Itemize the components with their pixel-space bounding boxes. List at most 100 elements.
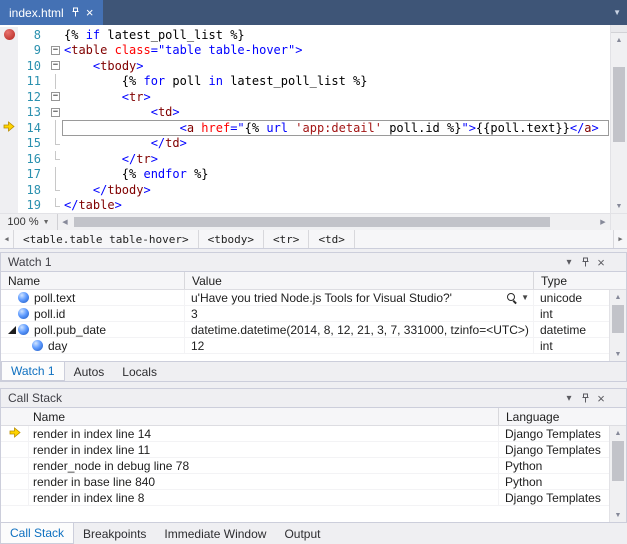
fold-margin[interactable] — [48, 167, 64, 183]
editor-indicator-margin[interactable] — [0, 74, 18, 90]
code-text[interactable]: </tbody> — [64, 183, 610, 197]
pin-icon[interactable] — [577, 390, 593, 406]
editor-indicator-margin[interactable] — [0, 89, 18, 105]
watch-scrollbar[interactable]: ▲ ▼ — [609, 290, 626, 361]
breadcrumb-scroll-left-icon[interactable]: ◀ — [0, 230, 14, 248]
expander-expanded-icon[interactable] — [8, 326, 16, 334]
fold-margin[interactable] — [48, 182, 64, 198]
scroll-right-icon[interactable]: ▶ — [596, 214, 610, 230]
tab-autos[interactable]: Autos — [65, 362, 114, 381]
watch-column-type[interactable]: Type — [534, 272, 626, 289]
code-text[interactable]: <table class="table table-hover"> — [64, 43, 610, 57]
code-text[interactable]: <tr> — [64, 90, 610, 104]
document-list-chevron-icon[interactable]: ▼ — [613, 8, 621, 17]
code-text[interactable]: <tbody> — [64, 59, 610, 73]
scroll-down-icon[interactable]: ▼ — [610, 508, 626, 522]
fold-margin[interactable] — [48, 198, 64, 214]
breadcrumb-item-table[interactable]: <table.table table-hover> — [14, 230, 199, 248]
editor-indicator-margin[interactable] — [0, 105, 18, 121]
editor-horizontal-scrollbar[interactable] — [72, 214, 596, 230]
call-stack-row[interactable]: render_node in debug line 78Python — [1, 458, 609, 474]
scroll-down-icon[interactable]: ▼ — [611, 199, 627, 213]
collapse-region-icon[interactable]: − — [51, 61, 60, 70]
tab-locals[interactable]: Locals — [113, 362, 166, 381]
code-text[interactable]: </td> — [64, 136, 610, 150]
pin-icon[interactable] — [69, 5, 83, 21]
tab-call-stack[interactable]: Call Stack — [0, 523, 74, 544]
call-stack-row[interactable]: render in index line 14Django Templates — [1, 426, 609, 442]
close-icon[interactable]: × — [83, 5, 97, 21]
editor-vertical-scrollbar[interactable]: ▲ ▼ — [610, 25, 627, 213]
tab-breakpoints[interactable]: Breakpoints — [74, 523, 155, 544]
call-stack-row[interactable]: render in index line 11Django Templates — [1, 442, 609, 458]
scroll-up-icon[interactable]: ▲ — [610, 290, 626, 304]
scroll-up-icon[interactable]: ▲ — [610, 426, 626, 440]
magnifier-icon[interactable] — [506, 292, 518, 304]
pin-icon[interactable] — [577, 254, 593, 270]
editor-indicator-margin[interactable] — [0, 182, 18, 198]
editor-indicator-margin[interactable] — [0, 43, 18, 59]
watch-value-cell[interactable]: 3 — [185, 306, 534, 321]
watch-value-cell[interactable]: u'Have you tried Node.js Tools for Visua… — [185, 290, 534, 305]
editor-indicator-margin[interactable] — [0, 167, 18, 183]
code-text[interactable]: <a href="{% url 'app:detail' poll.id %}"… — [64, 121, 610, 135]
fold-margin[interactable] — [48, 120, 64, 136]
scrollbar-thumb[interactable] — [613, 67, 625, 142]
editor-indicator-margin[interactable] — [0, 120, 18, 136]
scroll-down-icon[interactable]: ▼ — [610, 347, 626, 361]
code-text[interactable]: <td> — [64, 105, 610, 119]
fold-margin[interactable]: − — [48, 89, 64, 105]
watch-value-cell[interactable]: 12 — [185, 338, 534, 353]
fold-margin[interactable] — [48, 27, 64, 43]
scroll-up-icon[interactable]: ▲ — [611, 33, 627, 47]
scrollbar-thumb[interactable] — [612, 441, 624, 481]
call-stack-column-name[interactable]: Name — [1, 408, 499, 425]
code-text[interactable]: {% if latest_poll_list %} — [64, 28, 610, 42]
tab-immediate-window[interactable]: Immediate Window — [155, 523, 275, 544]
collapse-region-icon[interactable]: − — [51, 46, 60, 55]
watch-row[interactable]: poll.id3int — [1, 306, 609, 322]
collapse-region-icon[interactable]: − — [51, 92, 60, 101]
fold-margin[interactable]: − — [48, 43, 64, 59]
document-tab-index-html[interactable]: index.html × — [0, 0, 103, 25]
watch-value-cell[interactable]: datetime.datetime(2014, 8, 12, 21, 3, 7,… — [185, 322, 534, 337]
call-stack-row[interactable]: render in base line 840Python — [1, 474, 609, 490]
code-text[interactable]: {% endfor %} — [64, 167, 610, 181]
call-stack-scrollbar[interactable]: ▲ ▼ — [609, 426, 626, 522]
scrollbar-thumb[interactable] — [74, 217, 550, 227]
close-icon[interactable]: × — [593, 254, 609, 270]
breadcrumb-item-tbody[interactable]: <tbody> — [199, 230, 264, 248]
breakpoint-icon[interactable] — [4, 29, 15, 40]
watch-column-value[interactable]: Value — [185, 272, 534, 289]
breadcrumb-scroll-right-icon[interactable]: ▶ — [613, 230, 627, 248]
chevron-down-icon[interactable]: ▼ — [521, 293, 529, 302]
code-text[interactable]: </tr> — [64, 152, 610, 166]
window-position-icon[interactable]: ▾ — [561, 390, 577, 406]
editor-indicator-margin[interactable] — [0, 27, 18, 43]
editor-indicator-margin[interactable] — [0, 151, 18, 167]
breadcrumb-item-td[interactable]: <td> — [309, 230, 355, 248]
editor-indicator-margin[interactable] — [0, 58, 18, 74]
watch-row[interactable]: poll.textu'Have you tried Node.js Tools … — [1, 290, 609, 306]
collapse-region-icon[interactable]: − — [51, 108, 60, 117]
scrollbar-thumb[interactable] — [612, 305, 624, 333]
editor-indicator-margin[interactable] — [0, 136, 18, 152]
call-stack-column-language[interactable]: Language — [499, 408, 626, 425]
fold-margin[interactable] — [48, 74, 64, 90]
watch-row[interactable]: poll.pub_datedatetime.datetime(2014, 8, … — [1, 322, 609, 338]
watch-title-bar[interactable]: Watch 1 ▾× — [1, 253, 626, 272]
fold-margin[interactable]: − — [48, 58, 64, 74]
tab-watch-1[interactable]: Watch 1 — [1, 362, 65, 381]
scroll-left-icon[interactable]: ◀ — [58, 214, 72, 230]
fold-margin[interactable]: − — [48, 105, 64, 121]
watch-row[interactable]: day12int — [1, 338, 609, 354]
call-stack-title-bar[interactable]: Call Stack ▾× — [1, 389, 626, 408]
code-text[interactable]: </table> — [64, 198, 610, 212]
fold-margin[interactable] — [48, 136, 64, 152]
fold-margin[interactable] — [48, 151, 64, 167]
watch-column-name[interactable]: Name — [1, 272, 185, 289]
code-text[interactable]: {% for poll in latest_poll_list %} — [64, 74, 610, 88]
window-position-icon[interactable]: ▾ — [561, 254, 577, 270]
call-stack-row[interactable]: render in index line 8Django Templates — [1, 490, 609, 506]
editor-indicator-margin[interactable] — [0, 198, 18, 214]
